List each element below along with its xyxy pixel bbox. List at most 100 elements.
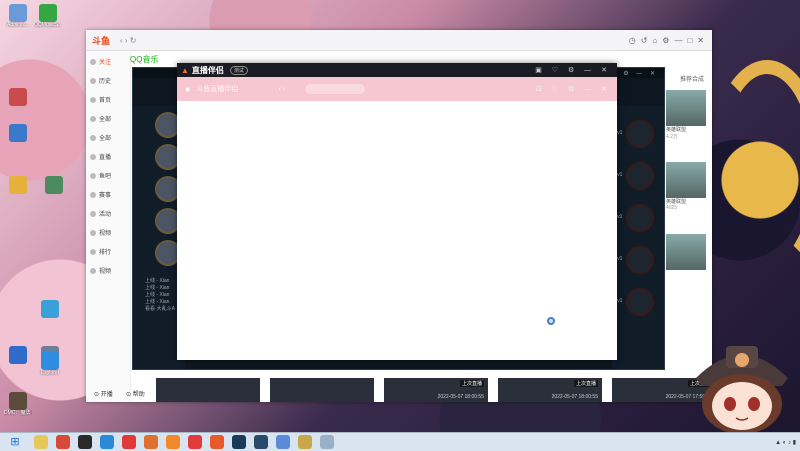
clock-icon[interactable]: ◷ <box>629 36 636 45</box>
nav-item-label: 直播 <box>99 155 112 161</box>
desktop-app-icon <box>9 392 27 410</box>
history-icon[interactable]: ↺ <box>641 36 648 45</box>
browser-logo: 斗鱼 <box>92 35 111 46</box>
left-nav-item[interactable]: 首页 <box>86 90 130 109</box>
stream-category: 英雄联盟 <box>666 199 687 205</box>
stream-card[interactable]: 英雄联盟 4025 <box>666 162 706 230</box>
desktop-icon[interactable] <box>40 176 68 194</box>
replay-thumbnail[interactable]: 上次直播 2022-05-07 18:00:55 <box>498 378 602 402</box>
app-icon[interactable] <box>56 435 70 449</box>
qqmusic-label: QQ音乐 <box>130 55 159 64</box>
desktop-icon[interactable]: QQMusicS... <box>34 4 62 28</box>
stream-thumbnail <box>666 90 706 126</box>
app-icon[interactable] <box>166 435 180 449</box>
help-button[interactable]: ⊙ 帮助 <box>126 389 145 398</box>
nav-item-label: 赛事 <box>99 193 112 199</box>
file-explorer-icon[interactable] <box>34 435 48 449</box>
desktop-app-icon <box>9 88 27 106</box>
app-icon[interactable] <box>254 435 268 449</box>
zhibo-titlebar: ▲ 直播伴侣 测试 ▣ ♡ ⚙ — ✕ <box>177 63 617 77</box>
open-stream-button[interactable]: ⊙ 开播 <box>94 389 113 398</box>
left-nav-item[interactable]: 活动 <box>86 204 130 223</box>
browser-tools[interactable]: ◷ ↺ ⌂ ⚙ — □ ✕ <box>629 36 704 45</box>
replay-thumbnail[interactable] <box>270 378 374 402</box>
replay-date: 2022-05-07 18:00:55 <box>551 394 598 400</box>
left-nav-item[interactable]: 视频 <box>86 223 130 242</box>
nav-item-icon <box>90 153 96 160</box>
nav-item-label: 首页 <box>99 98 112 104</box>
minimize-icon[interactable]: — <box>674 36 682 45</box>
steam-icon[interactable] <box>232 435 246 449</box>
left-nav-item[interactable]: 全部 <box>86 128 130 147</box>
desktop-icon[interactable] <box>4 176 32 194</box>
replay-thumbnail[interactable]: 上次直播 2022-05-07 18:00:55 <box>384 378 488 402</box>
player-slot[interactable]: lv1 <box>616 288 654 316</box>
shirt-icon[interactable]: ⌂ <box>652 36 657 45</box>
close-icon[interactable]: ✕ <box>697 36 704 45</box>
app-icon[interactable] <box>122 435 136 449</box>
left-nav-item[interactable]: 排行 <box>86 242 130 261</box>
zhibo-header-bar: ● 斗鱼直播伴侣 ‹ › ⊡ ♡ ⚙ — ✕ <box>177 77 617 101</box>
nav-item-label: 排行 <box>99 250 112 256</box>
left-nav-item[interactable]: 鱼吧 <box>86 166 130 185</box>
stream-card[interactable]: 英雄联盟 4.2万 <box>666 90 706 158</box>
app-icon[interactable] <box>276 435 290 449</box>
left-nav-item[interactable]: 赛事 <box>86 185 130 204</box>
zhibo-nav-buttons[interactable]: ‹ › <box>278 86 285 93</box>
left-nav-item[interactable]: 全部 <box>86 109 130 128</box>
browser-icon[interactable] <box>100 435 114 449</box>
app-icon[interactable] <box>188 435 202 449</box>
stream-thumbnail <box>666 162 706 198</box>
stream-card[interactable] <box>666 234 706 302</box>
tray-icons[interactable]: ▲ ◐ ♪ ▮ <box>775 439 796 446</box>
app-icon[interactable] <box>298 435 312 449</box>
start-button[interactable]: ⊞ <box>4 434 26 450</box>
browser-toolbar: 斗鱼 ‹ › ↻ ◷ ↺ ⌂ ⚙ — □ ✕ <box>86 30 712 51</box>
chat-line: 上线 - Xian <box>145 292 170 298</box>
replay-thumbnail[interactable] <box>156 378 260 402</box>
mascot-character <box>696 346 788 432</box>
desktop-icon[interactable]: Adminis... <box>4 4 32 28</box>
nav-buttons[interactable]: ‹ › ↻ <box>120 36 136 45</box>
desktop-icon-label: DMC：魔法 3DM最新 <box>4 410 32 416</box>
app-icon[interactable] <box>320 435 334 449</box>
stream-thumbnail <box>666 234 706 270</box>
nav-item-label: 活动 <box>99 212 112 218</box>
settings-icon[interactable]: ⚙ <box>662 36 669 45</box>
nav-item-icon <box>90 115 96 122</box>
viewer-count: 4.2万 <box>666 134 678 140</box>
zhibo-search-box[interactable] <box>305 84 366 94</box>
game-right-column: lv1 lv1 lv1 lv1 lv1 <box>612 106 664 369</box>
player-slot[interactable]: lv1 <box>616 204 654 232</box>
desktop-icon[interactable]: Explorer <box>36 352 64 376</box>
nav-item-icon <box>90 267 96 274</box>
desktop-icon[interactable] <box>4 124 32 142</box>
maximize-icon[interactable]: □ <box>687 36 692 45</box>
system-tray[interactable]: ▲ ◐ ♪ ▮ <box>775 439 796 446</box>
desktop-app-icon <box>41 300 59 318</box>
left-nav-item[interactable]: 历史 <box>86 71 130 90</box>
app-icon[interactable] <box>210 435 224 449</box>
left-nav-item[interactable]: 关注 <box>86 52 130 71</box>
app-icon[interactable] <box>78 435 92 449</box>
chat-line: 上线 - Xian <box>145 278 170 284</box>
nav-item-label: 关注 <box>99 60 112 66</box>
player-slot[interactable]: lv1 <box>616 120 654 148</box>
zhibo-brand-label: 直播伴侣 <box>191 65 224 75</box>
player-slot[interactable]: lv1 <box>616 246 654 274</box>
zhibo-header-icons[interactable]: ⊡ ♡ ⚙ — ✕ <box>536 85 611 93</box>
left-nav-item[interactable]: 直播 <box>86 147 130 166</box>
zhibo-window-title: 斗鱼直播伴侣 <box>196 86 239 93</box>
desktop-icon[interactable]: DMC：魔法 3DM最新 <box>4 392 32 416</box>
desktop-icon-label: Adminis... <box>7 22 29 28</box>
app-icon[interactable] <box>144 435 158 449</box>
desktop-icon[interactable] <box>36 300 64 318</box>
left-nav-item[interactable]: 视频 <box>86 261 130 280</box>
zhibo-window-controls[interactable]: ▣ ♡ ⚙ — ✕ <box>535 66 611 74</box>
side-cards: 英雄联盟 4.2万 英雄联盟 4025 <box>666 90 706 306</box>
desktop-icon[interactable] <box>4 88 32 106</box>
player-slot[interactable]: lv1 <box>616 162 654 190</box>
desktop-app-icon <box>9 4 27 22</box>
desktop-icon[interactable] <box>4 346 32 364</box>
nav-item-label: 鱼吧 <box>99 174 112 180</box>
